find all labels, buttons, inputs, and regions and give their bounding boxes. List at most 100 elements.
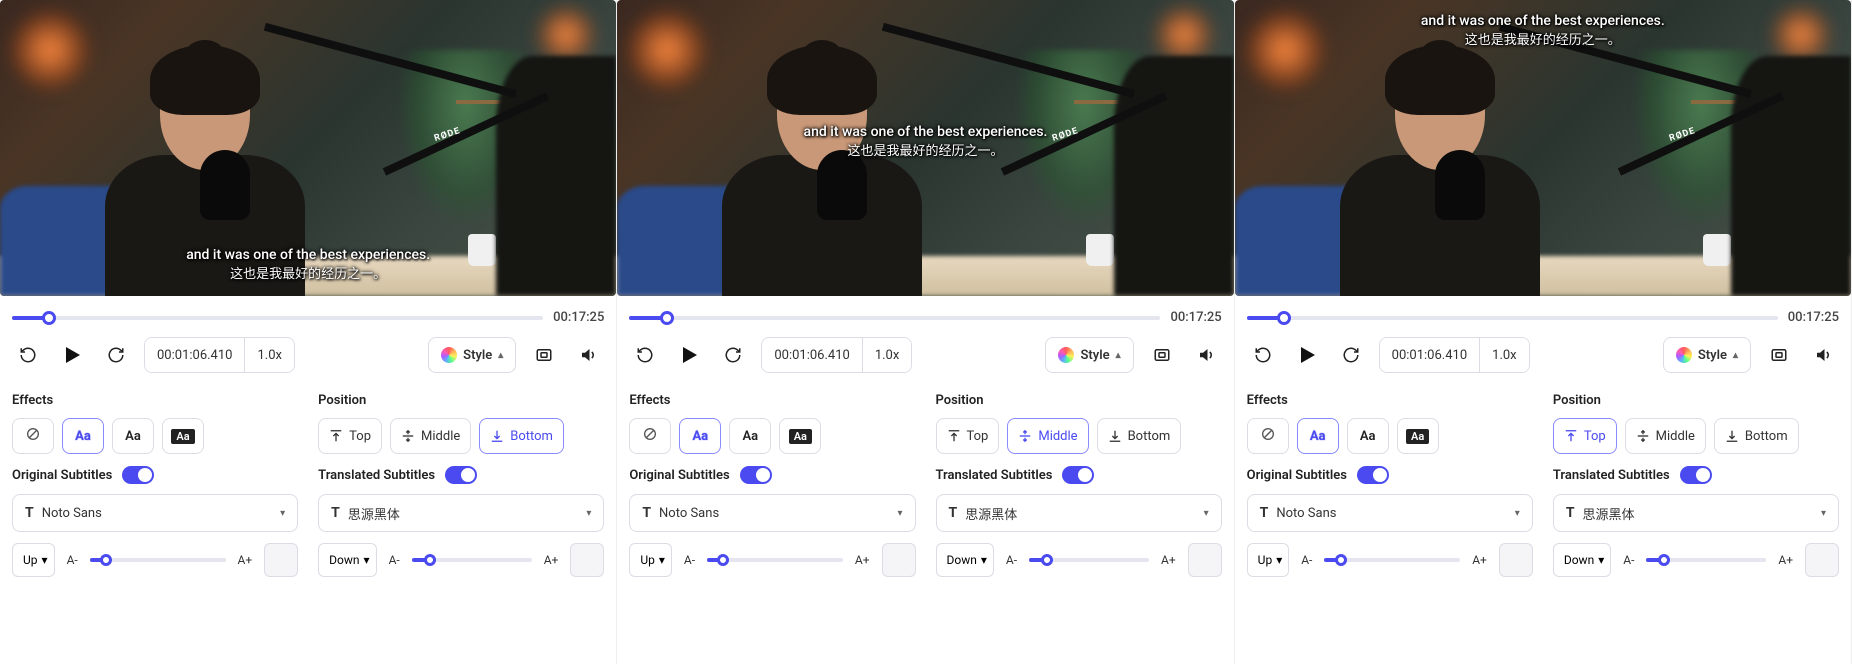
progress-thumb[interactable] [1277,311,1291,325]
font-smaller-button[interactable]: A- [385,553,404,567]
font-larger-button[interactable]: A+ [851,553,874,567]
slider-thumb[interactable] [1041,554,1053,566]
translated-direction-select[interactable]: Down ▾ [318,543,376,577]
font-larger-button[interactable]: A+ [234,553,257,567]
effect-plain-button[interactable]: Aa [112,418,154,454]
translated-font-select[interactable]: T思源黑体▾ [936,494,1222,532]
rewind-button[interactable] [12,339,44,371]
effect-box-button[interactable]: Aa [1397,418,1439,454]
font-larger-button[interactable]: A+ [1468,553,1491,567]
effect-none-button[interactable] [1247,418,1289,454]
translated-subtitles-toggle[interactable] [1680,466,1712,484]
effect-plain-button[interactable]: Aa [1347,418,1389,454]
original-color-button[interactable] [1499,543,1533,577]
fullscreen-button[interactable] [1146,339,1178,371]
play-button[interactable] [1291,339,1323,371]
font-smaller-button[interactable]: A- [1619,553,1638,567]
speed-select[interactable]: 1.0x [1480,338,1529,372]
position-bottom-button[interactable]: Bottom [1714,418,1799,454]
timecode-field[interactable]: 00:01:06.410 [762,338,862,372]
volume-button[interactable] [1190,339,1222,371]
original-direction-select[interactable]: Up ▾ [12,543,55,577]
translated-direction-select[interactable]: Down▾ [936,543,994,577]
translated-subtitles-toggle[interactable] [445,466,477,484]
progress-thumb[interactable] [42,311,56,325]
font-smaller-button[interactable]: A- [680,553,699,567]
original-size-slider[interactable] [90,558,226,562]
volume-button[interactable] [572,339,604,371]
effect-plain-button[interactable]: Aa [729,418,771,454]
fullscreen-button[interactable] [1763,339,1795,371]
effect-none-button[interactable] [629,418,671,454]
translated-subtitles-toggle[interactable] [1062,466,1094,484]
play-button[interactable] [56,339,88,371]
position-bottom-button[interactable]: Bottom [1097,418,1182,454]
timecode-field[interactable]: 00:01:06.410 [1380,338,1480,372]
original-size-slider[interactable] [707,558,843,562]
slider-thumb[interactable] [717,554,729,566]
progress-slider[interactable] [629,316,1160,320]
progress-slider[interactable] [12,316,543,320]
original-direction-select[interactable]: Up▾ [629,543,672,577]
slider-thumb[interactable] [100,554,112,566]
effect-outline-button[interactable]: Aa [1297,418,1339,454]
translated-color-button[interactable] [570,543,604,577]
original-subtitles-toggle[interactable] [1357,466,1389,484]
position-bottom-button[interactable]: Bottom [479,418,564,454]
style-dropdown[interactable]: Style ▴ [428,337,516,373]
rewind-button[interactable] [1247,339,1279,371]
font-larger-button[interactable]: A+ [1774,553,1797,567]
forward-button[interactable] [100,339,132,371]
font-smaller-button[interactable]: A- [1002,553,1021,567]
position-middle-button[interactable]: Middle [1625,418,1706,454]
forward-button[interactable] [1335,339,1367,371]
progress-slider[interactable] [1247,316,1778,320]
translated-color-button[interactable] [1805,543,1839,577]
original-color-button[interactable] [264,543,298,577]
original-color-button[interactable] [882,543,916,577]
original-font-select[interactable]: T Noto Sans ▾ [12,494,298,532]
position-middle-button[interactable]: Middle [1007,418,1088,454]
effect-outline-button[interactable]: Aa [679,418,721,454]
position-top-button[interactable]: Top [936,418,1000,454]
slider-thumb[interactable] [1335,554,1347,566]
original-font-select[interactable]: TNoto Sans▾ [629,494,915,532]
speed-select[interactable]: 1.0x [245,338,294,372]
rewind-button[interactable] [629,339,661,371]
position-top-button[interactable]: Top [1553,418,1617,454]
effect-box-button[interactable]: Aa [162,418,204,454]
translated-font-select[interactable]: T 思源黑体 ▾ [318,494,604,532]
original-direction-select[interactable]: Up▾ [1247,543,1290,577]
font-larger-button[interactable]: A+ [540,553,563,567]
fullscreen-button[interactable] [528,339,560,371]
forward-button[interactable] [717,339,749,371]
speed-select[interactable]: 1.0x [863,338,912,372]
position-middle-button[interactable]: Middle [390,418,471,454]
style-dropdown[interactable]: Style▴ [1045,337,1133,373]
slider-thumb[interactable] [1658,554,1670,566]
effect-none-button[interactable] [12,418,54,454]
style-dropdown[interactable]: Style▴ [1663,337,1751,373]
effect-box-button[interactable]: Aa [779,418,821,454]
translated-size-slider[interactable] [1646,558,1766,562]
original-font-select[interactable]: TNoto Sans▾ [1247,494,1533,532]
original-subtitles-toggle[interactable] [122,466,154,484]
slider-thumb[interactable] [424,554,436,566]
font-smaller-button[interactable]: A- [1297,553,1316,567]
translated-font-select[interactable]: T思源黑体▾ [1553,494,1839,532]
play-button[interactable] [673,339,705,371]
timecode-field[interactable]: 00:01:06.410 [145,338,245,372]
original-size-slider[interactable] [1324,558,1460,562]
font-larger-button[interactable]: A+ [1157,553,1180,567]
translated-direction-select[interactable]: Down▾ [1553,543,1611,577]
progress-row: 00:17:25 [0,296,616,329]
progress-thumb[interactable] [660,311,674,325]
font-smaller-button[interactable]: A- [63,553,82,567]
translated-color-button[interactable] [1188,543,1222,577]
effect-outline-button[interactable]: Aa [62,418,104,454]
translated-size-slider[interactable] [412,558,532,562]
original-subtitles-toggle[interactable] [740,466,772,484]
position-top-button[interactable]: Top [318,418,382,454]
translated-size-slider[interactable] [1029,558,1149,562]
volume-button[interactable] [1807,339,1839,371]
